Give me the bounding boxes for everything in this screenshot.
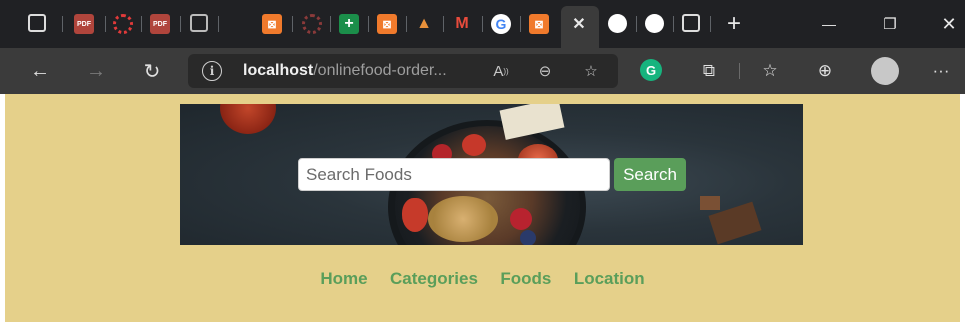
gmail-icon[interactable]: M [452,14,472,34]
pdf-icon[interactable]: PDF [150,14,170,34]
github-icon[interactable] [645,14,664,33]
tab-separator [406,16,407,32]
address-bar[interactable]: i localhost/onlinefood-order... A)) ⊖ ☆ [188,54,618,88]
favorites-icon[interactable]: ☆ [757,58,783,84]
back-button[interactable]: ← [26,57,54,85]
google-icon[interactable]: G [491,14,511,34]
hero-banner: Search [180,104,803,245]
tab-page-icon[interactable] [682,14,700,32]
close-window-button[interactable]: ✕ [935,10,963,38]
decor-berry [510,208,532,230]
url-path: /onlinefood-order... [313,62,447,79]
xampp-icon[interactable]: ⊠ [262,14,282,34]
profile-avatar-icon[interactable] [871,57,899,85]
decor-blood-orange [220,104,276,134]
tab-separator [443,16,444,32]
url-host: localhost [243,62,314,79]
tab-separator [673,16,674,32]
web-page: Search Home Categories Foods Location [0,94,965,322]
triangle-logo-icon[interactable]: ▲ [414,14,434,34]
close-icon[interactable]: ✕ [569,14,589,34]
pdf-icon[interactable]: PDF [74,14,94,34]
add-favorite-icon[interactable]: ☆ [580,60,602,82]
tab-separator [218,16,219,32]
page-background: Search Home Categories Foods Location [5,94,960,322]
forward-button[interactable]: → [82,57,110,85]
decor-berry [520,230,536,245]
more-menu-icon[interactable]: ··· [928,58,954,84]
decor-strawberry [402,198,428,232]
tab-separator [62,16,63,32]
collections-icon[interactable]: ⊕ [812,58,838,84]
github-icon[interactable] [608,14,627,33]
tab-page-icon[interactable] [190,14,208,32]
tab-separator [482,16,483,32]
restore-button[interactable]: ❐ [876,10,904,38]
tab-separator [180,16,181,32]
decor-berry [462,134,486,156]
tab-separator [636,16,637,32]
tab-separator [105,16,106,32]
url-text[interactable]: localhost/onlinefood-order... [243,62,447,80]
tab-separator [330,16,331,32]
tab-separator [141,16,142,32]
zoom-out-icon[interactable]: ⊖ [534,60,556,82]
reload-button[interactable]: ↻ [138,57,166,85]
tab-strip: PDF PDF ⊠ + ⊠ ▲ M G ⊠ ✕ + — ❐ ✕ [0,0,965,48]
minimize-button[interactable]: — [815,10,843,38]
search-input[interactable] [298,158,610,191]
xampp-icon[interactable]: ⊠ [529,14,549,34]
decor-granola [428,196,498,242]
extensions-icon[interactable]: ⧉ [696,58,722,84]
menu-location-link[interactable]: Location [574,269,645,289]
tab-actions-icon[interactable] [28,14,46,32]
grammarly-icon[interactable]: G [640,59,662,81]
browser-toolbar: ← → ↻ i localhost/onlinefood-order... A)… [0,48,965,94]
xampp-icon[interactable]: ⊠ [377,14,397,34]
opera-icon[interactable] [302,14,322,34]
menu-foods-link[interactable]: Foods [500,269,551,289]
decor-chocolate [700,196,720,210]
toolbar-separator [739,63,740,79]
tab-separator [710,16,711,32]
opera-icon[interactable] [113,14,133,34]
menu-categories-link[interactable]: Categories [390,269,478,289]
tab-separator [520,16,521,32]
read-aloud-icon[interactable]: A)) [490,60,512,82]
green-plus-icon[interactable]: + [339,14,359,34]
browser-window: PDF PDF ⊠ + ⊠ ▲ M G ⊠ ✕ + — ❐ ✕ ← → ↻ i … [0,0,965,322]
tab-separator [368,16,369,32]
search-button[interactable]: Search [614,158,686,191]
new-tab-icon[interactable]: + [720,10,748,38]
menu-home-link[interactable]: Home [320,269,367,289]
main-menu: Home Categories Foods Location [5,269,960,289]
site-info-icon[interactable]: i [202,61,222,81]
tab-separator [292,16,293,32]
